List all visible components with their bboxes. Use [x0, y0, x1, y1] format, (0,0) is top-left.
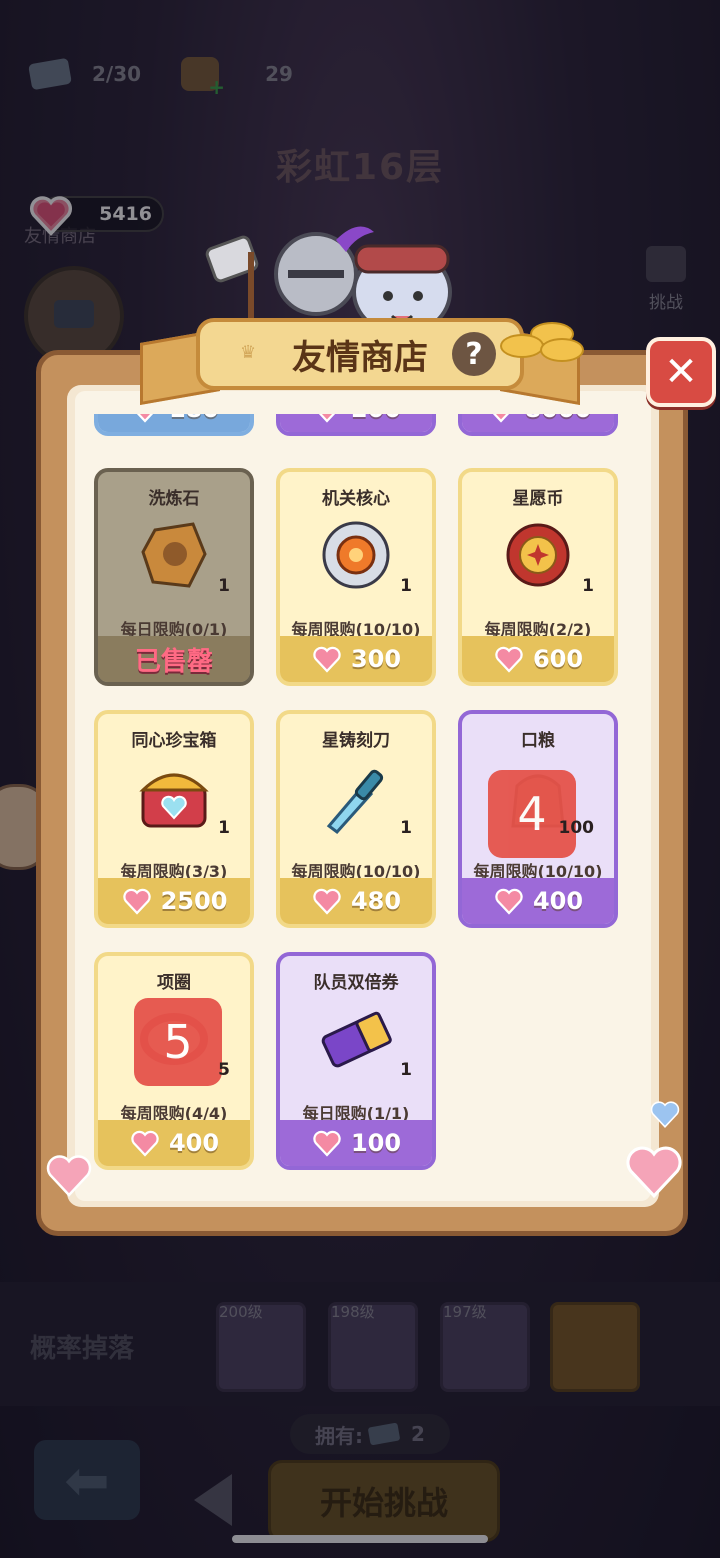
heart-icon [136, 414, 154, 423]
item-name: 口粮 [521, 731, 555, 751]
shop-card-ore-stone[interactable]: 洗炼石 1 每日限购(0/1) 已售罄 [94, 468, 254, 686]
shop-card-mech-core[interactable]: 机关核心 1 每周限购(10/10) 300 [276, 468, 436, 686]
price: 600 [532, 645, 584, 673]
decor-heart-icon [46, 1155, 92, 1197]
heart-icon [313, 646, 341, 673]
price: 200 [351, 414, 401, 423]
price: 400 [168, 1129, 220, 1157]
shop-card-ration[interactable]: 口粮 4 100 每周限购(10/10) 400 [458, 710, 618, 928]
item-name: 同心珍宝箱 [131, 731, 217, 751]
item-name: 洗炼石 [148, 489, 200, 509]
mech-core-icon [322, 521, 390, 589]
price-bar: 400 [462, 878, 614, 924]
carving-knife-icon [326, 769, 384, 835]
price: 480 [350, 887, 402, 915]
price-bar: 200 [280, 414, 432, 432]
price-bar: 480 [280, 878, 432, 924]
price: 100 [350, 1129, 402, 1157]
home-indicator[interactable] [232, 1535, 488, 1543]
double-ticket-icon [321, 1011, 392, 1068]
ore-stone-icon [141, 522, 207, 588]
item-qty: 1 [218, 576, 230, 596]
star-coin-icon [506, 523, 570, 587]
price-bar: 180 [98, 414, 250, 432]
shop-card-carving-knife[interactable]: 星铸刻刀 1 每周限购(10/10) 480 [276, 710, 436, 928]
price: 400 [532, 887, 584, 915]
item-qty: 1 [582, 576, 594, 596]
decor-heart-icon [626, 1146, 682, 1199]
item-name: 机关核心 [322, 489, 390, 509]
item-name: 项圈 [157, 973, 191, 993]
item-qty: 5 [218, 1060, 230, 1080]
heart-icon [313, 888, 341, 915]
heart-icon [122, 888, 151, 915]
item-qty: 1 [400, 576, 412, 596]
price: 180 [169, 414, 219, 423]
shop-card-treasure-chest[interactable]: 同心珍宝箱 1 每周限购(3/3) 2500 [94, 710, 254, 928]
heart-icon [318, 414, 336, 423]
treasure-chest-icon [139, 773, 209, 828]
price: 300 [350, 645, 402, 673]
price-bar: 400 [98, 1120, 250, 1166]
heart-icon [313, 1130, 341, 1157]
shop-card-double-ticket[interactable]: 队员双倍券 1 每日限购(1/1) 100 [276, 952, 436, 1170]
shop-card[interactable]: 180 [94, 414, 254, 436]
price-bar: 已售罄 [98, 636, 250, 682]
heart-icon [492, 414, 509, 423]
item-name: 队员双倍券 [313, 973, 399, 993]
shop-card-collar[interactable]: 项圈 5 5 每周限购(4/4) 400 [94, 952, 254, 1170]
price-bar: 8000 [462, 414, 614, 432]
price: 2500 [160, 887, 228, 915]
price-bar: 300 [280, 636, 432, 682]
item-qty: 100 [558, 818, 595, 838]
count-badge: 5 [134, 998, 222, 1086]
price-bar: 2500 [98, 878, 250, 924]
decor-heart-icon [650, 1101, 680, 1128]
count-badge: 4 [488, 770, 576, 858]
close-button[interactable]: ✕ [646, 337, 716, 407]
shop-grid: 180 200 8000 洗炼石 1 每日限购(0/1) 已售罄 机关核心 [70, 414, 650, 1204]
sold-out-label: 已售罄 [134, 646, 213, 677]
heart-icon [495, 888, 523, 915]
item-name: 星愿币 [512, 489, 564, 509]
item-qty: 1 [218, 818, 230, 838]
item-name: 星铸刻刀 [322, 731, 390, 751]
item-qty: 1 [400, 1060, 412, 1080]
shop-card[interactable]: 200 [276, 414, 436, 436]
coins-decoration [490, 320, 590, 362]
item-qty: 1 [400, 818, 412, 838]
price-bar: 600 [462, 636, 614, 682]
shop-card[interactable]: 8000 [458, 414, 618, 436]
heart-icon [495, 646, 523, 673]
shop-card-star-coin[interactable]: 星愿币 1 每周限购(2/2) 600 [458, 468, 618, 686]
heart-icon [131, 1130, 159, 1157]
price: 8000 [525, 414, 592, 423]
price-bar: 100 [280, 1120, 432, 1166]
